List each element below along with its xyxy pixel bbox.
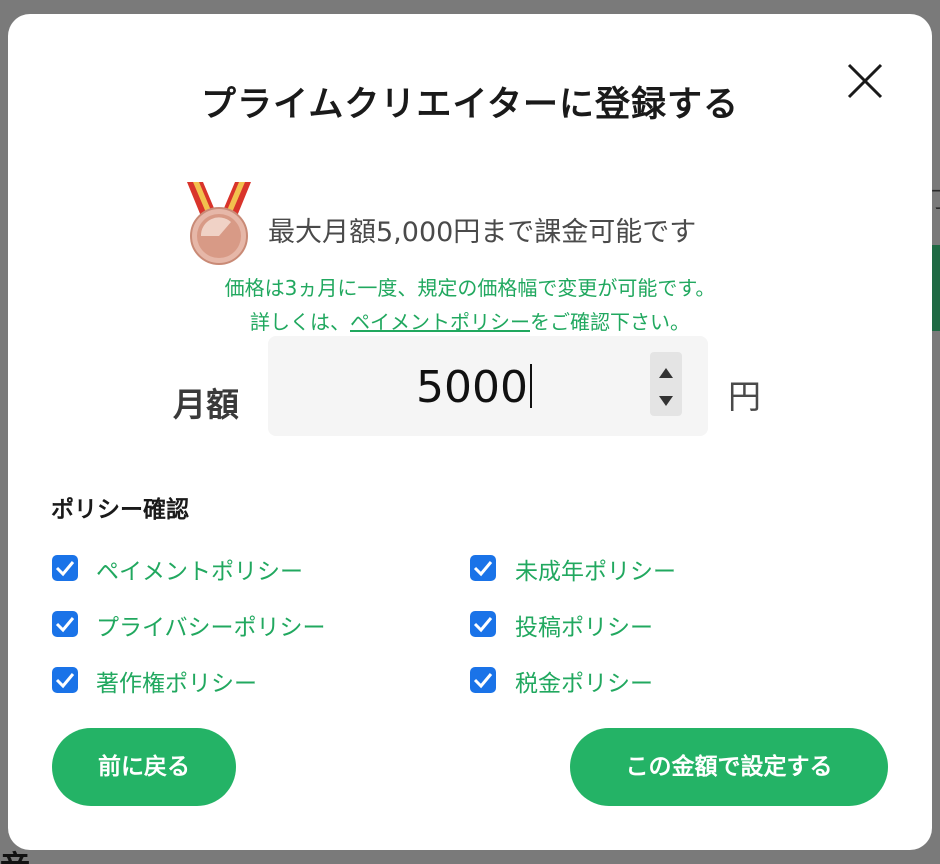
payment-policy-label[interactable]: ペイメントポリシー (96, 552, 303, 586)
policy-section-title: ポリシー確認 (51, 497, 189, 523)
payment-policy-checkbox[interactable] (52, 555, 78, 581)
minor-policy-checkbox[interactable] (470, 555, 496, 581)
back-button[interactable]: 前に戻る (52, 728, 236, 806)
copyright-policy-label[interactable]: 著作権ポリシー (96, 664, 257, 698)
copyright-policy-checkbox[interactable] (52, 667, 78, 693)
price-change-note: 価格は3ヵ月に一度、規定の価格幅で変更が可能です。 (224, 276, 716, 300)
set-amount-button[interactable]: この金額で設定する (570, 728, 888, 806)
max-amount-text: 最大月額5,000円まで課金可能です (268, 217, 697, 248)
amount-value-text: 5000 (416, 362, 528, 413)
monthly-amount-input[interactable]: 5000 (268, 336, 708, 436)
privacy-policy-label[interactable]: プライバシーポリシー (96, 608, 326, 642)
text-caret (529, 364, 532, 408)
stepper-down-icon[interactable] (658, 392, 674, 406)
policy-reference-note: 詳しくは、ペイメントポリシーをご確認下さい。 (8, 306, 932, 335)
currency-unit-label: 円 (728, 377, 761, 416)
quantity-stepper[interactable] (650, 352, 682, 416)
creator-registration-dialog: プライムクリエイターに登録する 最大月額5,000円まで課金可能です 価格は3ヵ… (8, 14, 932, 850)
minor-policy-label[interactable]: 未成年ポリシー (515, 552, 676, 586)
tax-policy-checkbox[interactable] (470, 667, 496, 693)
close-icon[interactable] (845, 61, 885, 101)
tax-policy-label[interactable]: 税金ポリシー (515, 664, 653, 698)
note-prefix: 詳しくは、 (250, 310, 350, 334)
payment-policy-link[interactable]: ペイメントポリシー (350, 310, 530, 334)
dialog-title: プライムクリエイターに登録する (201, 85, 739, 125)
bronze-medal-icon (179, 180, 259, 270)
privacy-policy-checkbox[interactable] (52, 611, 78, 637)
monthly-amount-label: 月額 (173, 385, 239, 424)
stepper-up-icon[interactable] (658, 364, 674, 378)
posting-policy-checkbox[interactable] (470, 611, 496, 637)
posting-policy-label[interactable]: 投稿ポリシー (515, 608, 653, 642)
note-suffix: をご確認下さい。 (530, 310, 690, 334)
amount-input-value[interactable]: 5000 (416, 362, 532, 413)
